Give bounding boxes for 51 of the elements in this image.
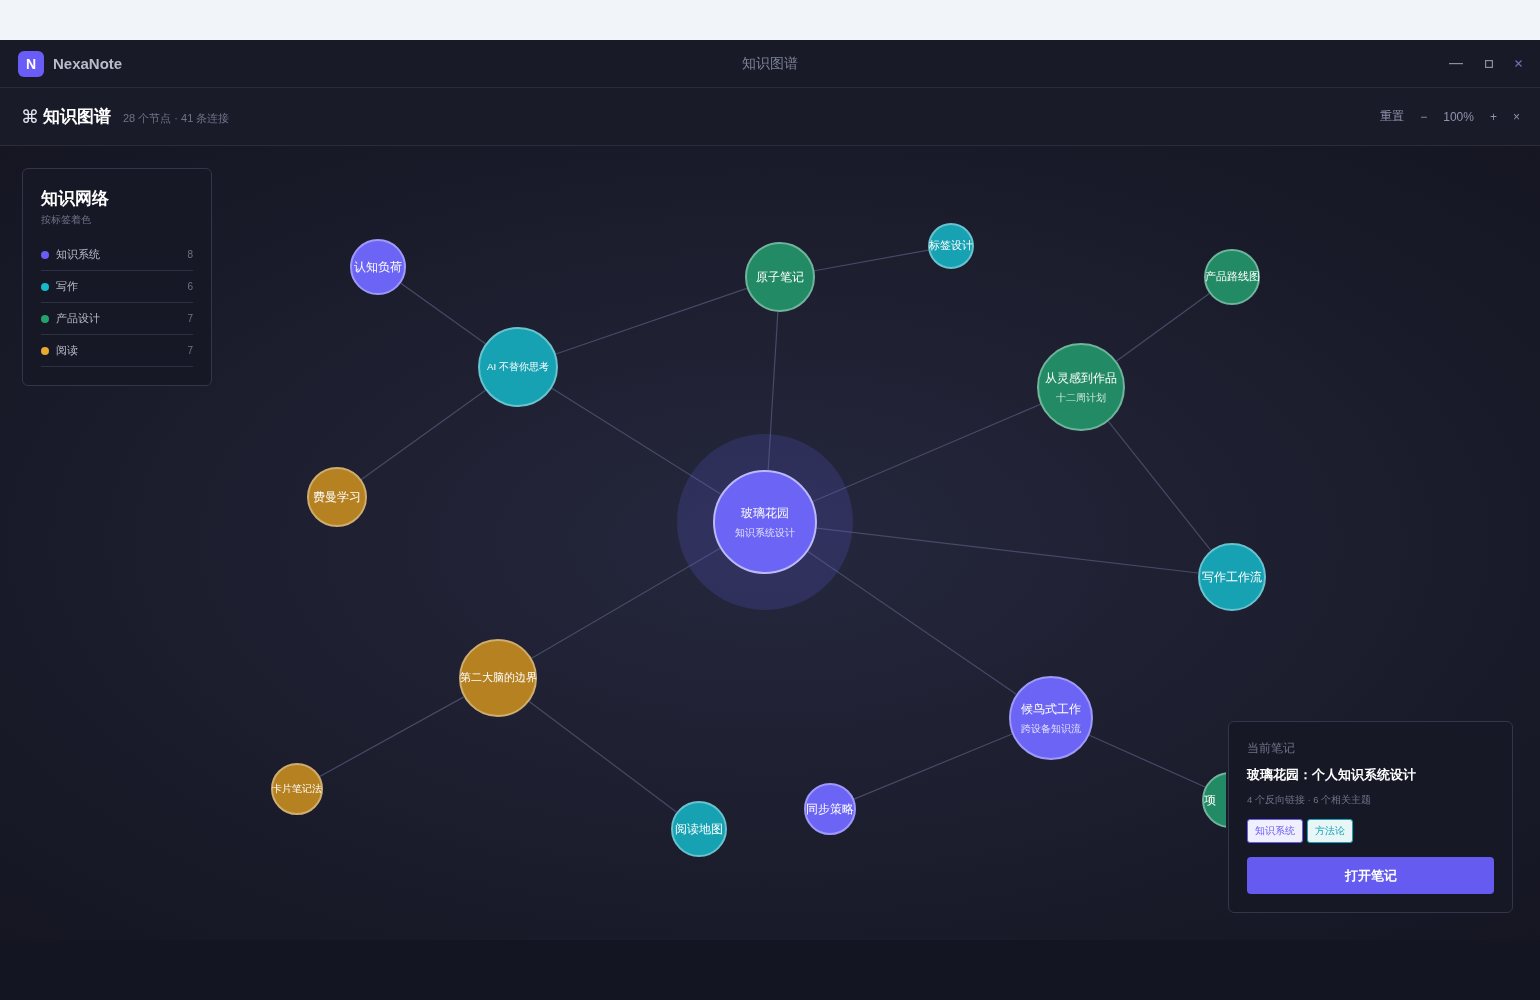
- legend-label: 写作: [56, 279, 78, 294]
- card-heading: 当前笔记: [1247, 740, 1296, 757]
- graph-node[interactable]: AI 不替你思考: [478, 327, 558, 407]
- legend-count: 8: [187, 249, 193, 260]
- legend-count: 7: [187, 313, 193, 324]
- tag-chip: 知识系统: [1247, 819, 1303, 843]
- legend-count: 7: [187, 345, 193, 356]
- maximize-icon[interactable]: [1485, 59, 1493, 68]
- window-title: 知识图谱: [742, 54, 798, 73]
- zoom-in-button[interactable]: +: [1489, 109, 1497, 124]
- legend-count: 6: [187, 281, 193, 292]
- graph-node[interactable]: 认知负荷: [350, 239, 406, 295]
- node-label: 候鸟式工作: [1021, 700, 1081, 718]
- zoom-level: 100%: [1443, 109, 1474, 124]
- page-title: 知识图谱: [43, 106, 111, 128]
- graph-node[interactable]: 阅读地图: [671, 801, 727, 857]
- graph-node[interactable]: 卡片笔记法: [271, 763, 323, 815]
- graph-node[interactable]: 费曼学习: [307, 467, 367, 527]
- node-sublabel: 跨设备知识流: [1021, 722, 1081, 736]
- graph-stats: 28 个节点 · 41 条连接: [123, 110, 230, 126]
- graph-node[interactable]: 从灵感到作品 十二周计划: [1037, 343, 1125, 431]
- close-icon[interactable]: [1515, 60, 1522, 67]
- graph-node[interactable]: 玻璃花园 知识系统设计: [713, 470, 817, 574]
- minimize-icon[interactable]: [1449, 62, 1463, 65]
- node-sublabel: 十二周计划: [1056, 391, 1106, 405]
- graph-node[interactable]: 同步策略: [804, 783, 856, 835]
- close-button[interactable]: ×: [1513, 109, 1520, 124]
- graph-node[interactable]: 标签设计: [928, 223, 974, 269]
- legend-subtitle: 按标签着色: [41, 213, 92, 227]
- open-note-button[interactable]: 打开笔记: [1247, 857, 1494, 894]
- graph-node[interactable]: 原子笔记: [745, 242, 815, 312]
- legend-label: 产品设计: [56, 311, 100, 326]
- node-label: 从灵感到作品: [1045, 369, 1117, 387]
- graph-node[interactable]: 写作工作流: [1198, 543, 1266, 611]
- note-meta: 4 个反向链接 · 6 个相关主题: [1247, 794, 1373, 807]
- graph-node[interactable]: 项: [1202, 772, 1226, 828]
- graph-node[interactable]: 候鸟式工作 跨设备知识流: [1009, 676, 1093, 760]
- tag-chip: 方法论: [1307, 819, 1353, 843]
- app-logo: N: [18, 50, 44, 77]
- node-label: 玻璃花园: [741, 504, 789, 522]
- legend-label: 阅读: [56, 343, 78, 358]
- node-sublabel: 知识系统设计: [735, 526, 795, 540]
- command-icon: ⌘: [21, 105, 39, 128]
- legend-label: 知识系统: [56, 247, 100, 262]
- legend-title: 知识网络: [41, 188, 110, 210]
- graph-node[interactable]: 产品路线图: [1204, 249, 1260, 305]
- note-title: 玻璃花园：个人知识系统设计: [1247, 766, 1417, 784]
- reset-button[interactable]: 重置: [1380, 108, 1405, 125]
- graph-node[interactable]: 第二大脑的边界: [459, 639, 537, 717]
- zoom-out-button[interactable]: −: [1420, 109, 1428, 124]
- app-name: NexaNote: [53, 55, 123, 72]
